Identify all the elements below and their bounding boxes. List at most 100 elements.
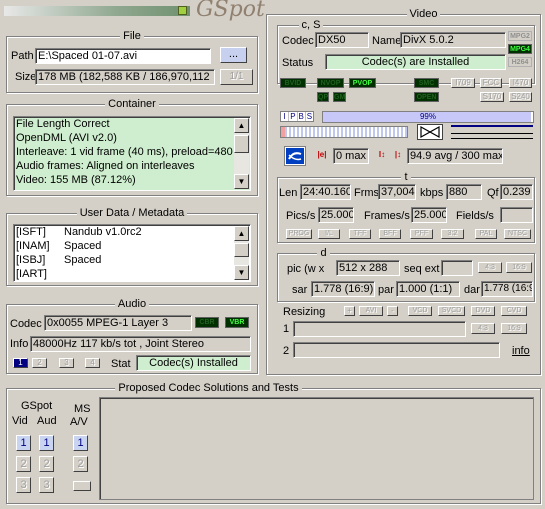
sar-field: 1.778 (16:9) (311, 281, 375, 297)
gspot-aud-1-button[interactable]: 1 (39, 435, 54, 451)
gspot-aud-2-button: 2 (39, 456, 54, 472)
time-subgroup: t Len 24:40.160 Frms 37,004 kbps 880 Qf … (277, 171, 535, 243)
frame-type-box: I P B S (280, 111, 314, 122)
qp-badge: QP (317, 92, 329, 102)
container-item[interactable]: Interleave: 1 vid frame (40 ms), preload… (14, 145, 250, 159)
userdata-row[interactable]: [ISFT] Nandub v1.0rc2 (14, 225, 250, 239)
aud-label: Aud (37, 415, 57, 427)
prog-button: PROG (286, 229, 312, 239)
ntsc-button: NTSC (504, 229, 531, 239)
browse-button[interactable]: ... (220, 47, 247, 63)
tff-button: TFF (349, 229, 371, 239)
vbr-badge: VBR (225, 317, 249, 328)
s240-button: S240 (509, 92, 532, 102)
mpg4-badge: MPG4 (508, 44, 532, 54)
resize-svcd-button: SVCD (438, 306, 465, 316)
pff-button: PFF (410, 229, 433, 239)
userdata-key: [ISFT] (16, 226, 46, 238)
frame-type-s: S (306, 112, 313, 121)
smc-badge: SMC (414, 78, 439, 88)
kbps-field: 880 (446, 184, 482, 200)
resize-avi-button: AVI (359, 306, 383, 316)
qf-field: 0.239 (500, 184, 533, 200)
info-link[interactable]: info (512, 344, 530, 358)
resizing-label: Resizing (283, 306, 326, 318)
audio-stream-tab-2[interactable]: 2 (32, 358, 47, 368)
resize-vcd-button: VCD (408, 306, 432, 316)
h264-badge: H264 (508, 57, 532, 67)
codec-subgroup: c, S Codec DX50 Name DivX 5.0.2 MPG2 MPG… (277, 19, 535, 84)
resize-row1-label: 1 (283, 323, 290, 335)
progress-bar: 99% (322, 111, 534, 123)
d-label: d (317, 247, 330, 259)
vid-label: Vid (12, 415, 28, 427)
container-item[interactable]: File Length Correct (14, 117, 250, 131)
video-status-field: Codec(s) are Installed (325, 54, 506, 70)
open-badge: OPEN (414, 92, 439, 102)
dimensions-subgroup: d pic (w x 512 x 288 seq ext 4:3 16:9 sa… (277, 247, 535, 302)
ar169-button: 16:9 (506, 262, 532, 273)
par-label: par (378, 284, 394, 296)
container-item[interactable]: OpenDML (AVI v2.0) (14, 131, 250, 145)
size-label: Size (15, 71, 37, 83)
proposed-group: Proposed Codec Solutions and Tests GSpot… (6, 382, 541, 504)
mpg2-badge: MPG2 (508, 31, 532, 41)
bvid-badge: BVID (280, 78, 306, 88)
part-indicator: 1/1 (220, 69, 253, 85)
userdata-value: Spaced (64, 254, 102, 266)
bitrate-avg-field: 94.9 avg / 300 max (407, 148, 503, 164)
nvop-badge: NVOP (317, 78, 344, 88)
qf-label: Qf (487, 187, 499, 199)
audio-codec-label: Codec (10, 318, 42, 330)
userdata-key: [ISBJ] (16, 254, 46, 266)
container-item[interactable]: Video: 155 MB (87.12%) (14, 173, 250, 187)
pulldown-button: 3:2 (441, 229, 464, 239)
path-label: Path (11, 50, 34, 62)
gspot-vid-3-button: 3 (16, 477, 31, 493)
resize-cvd-button: CVD (501, 306, 527, 316)
scroll-thumb[interactable] (234, 135, 249, 153)
ms-extra-button (73, 481, 91, 491)
max-marker-icon: I↕ (378, 150, 386, 159)
container-scrollbar[interactable]: ▲ ▼ (234, 118, 249, 189)
video-name-field: DivX 5.0.2 (400, 32, 506, 48)
ms-av-1-button[interactable]: 1 (73, 435, 88, 451)
cbr-badge: CBR (195, 317, 219, 328)
video-codec-field: DX50 (315, 32, 369, 48)
gmc-badge: GMC (333, 92, 346, 102)
container-list[interactable]: File Length Correct OpenDML (AVI v2.0) I… (13, 116, 251, 191)
min-marker-icon: |e| (317, 150, 327, 159)
resize-row2-field (293, 342, 500, 358)
path-field[interactable]: E:\Spaced 01-07.avi (35, 48, 211, 64)
container-item[interactable]: Audio frames: Aligned on interleaves (14, 159, 250, 173)
userdata-key: [IART] (16, 268, 47, 280)
ms-av-2-button: 2 (73, 456, 88, 472)
scroll-down-icon[interactable]: ▼ (234, 265, 249, 280)
file-group: File Path E:\Spaced 01-07.avi ... Size 1… (6, 30, 258, 93)
resize-ar169-button: 16:9 (501, 323, 527, 334)
userdata-key: [INAM] (16, 240, 50, 252)
sar-label: sar (292, 284, 308, 296)
gspot-vid-1-button[interactable]: 1 (16, 435, 31, 451)
audio-group: Audio Codec 0x0055 MPEG-1 Layer 3 CBR VB… (6, 298, 258, 374)
scroll-down-icon[interactable]: ▼ (234, 174, 249, 189)
proposed-group-title: Proposed Codec Solutions and Tests (115, 382, 302, 394)
resize-dvd-button: DVD (471, 306, 495, 316)
scroll-up-icon[interactable]: ▲ (234, 226, 249, 241)
scroll-up-icon[interactable]: ▲ (234, 118, 249, 133)
snapshot-icon[interactable] (284, 146, 306, 166)
len-field: 24:40.160 (300, 184, 351, 200)
audio-stream-tab-4[interactable]: 4 (85, 358, 100, 368)
compare-icon[interactable] (417, 124, 443, 140)
audio-stat-label: Stat (111, 358, 131, 370)
cs-label: c, S (298, 19, 324, 31)
audio-stream-tab-1[interactable]: 1 (13, 358, 28, 368)
resize-row1-field (293, 321, 466, 337)
audio-info-label: Info (10, 338, 29, 350)
dar-field: 1.778 (16:9) (481, 281, 533, 297)
userdata-row[interactable]: [IART] (14, 267, 250, 281)
fcc-button: FCC (480, 78, 502, 88)
len-label: Len (279, 187, 298, 199)
audio-stream-tab-3[interactable]: 3 (59, 358, 74, 368)
gspot-label: GSpot (21, 400, 53, 412)
